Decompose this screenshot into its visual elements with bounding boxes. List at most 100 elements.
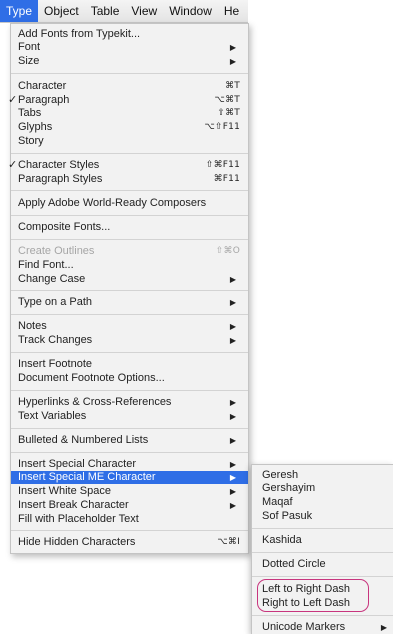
menu-item-label: Insert White Space (18, 485, 111, 497)
menu-separator (252, 615, 393, 616)
submenu-arrow-icon: ▶ (380, 623, 387, 632)
shortcut-label: ⇧⌘T (217, 108, 240, 118)
menu-item-label: Find Font... (18, 259, 74, 271)
menu-item-hyperlinks[interactable]: Hyperlinks & Cross-References ▶ (11, 396, 248, 409)
menu-separator (11, 73, 248, 74)
menu-item-insert-special-me[interactable]: Insert Special ME Character ▶ (11, 471, 248, 484)
menu-item-label: Unicode Markers (262, 621, 346, 633)
menu-item-change-case[interactable]: Change Case ▶ (11, 273, 248, 286)
menubar-window[interactable]: Window (163, 0, 218, 22)
menu-item-tabs[interactable]: Tabs ⇧⌘T (11, 107, 248, 120)
menu-item-insert-break-char[interactable]: Insert Break Character ▶ (11, 499, 248, 512)
menu-item-label: Create Outlines (18, 245, 95, 257)
menu-item-insert-special-char[interactable]: Insert Special Character ▶ (11, 458, 248, 471)
menu-item-font[interactable]: Font ▶ (11, 41, 248, 54)
menu-item-size[interactable]: Size ▶ (11, 55, 248, 68)
menu-item-label: Bulleted & Numbered Lists (18, 434, 149, 446)
submenu-item-maqaf[interactable]: Maqaf (252, 496, 393, 509)
submenu-item-dotted-circle[interactable]: Dotted Circle (252, 558, 393, 571)
menu-item-glyphs[interactable]: Glyphs ⌥⇧F11 (11, 121, 248, 134)
menu-item-label: Story (18, 135, 44, 147)
menu-bar: Type Object Table View Window He (0, 0, 248, 23)
menu-item-label: Text Variables (18, 410, 87, 422)
menu-item-label: Tabs (18, 107, 42, 119)
submenu-arrow-icon: ▶ (229, 412, 236, 421)
menu-separator (252, 552, 393, 553)
menu-item-bulleted-lists[interactable]: Bulleted & Numbered Lists ▶ (11, 434, 248, 447)
menu-item-track-changes[interactable]: Track Changes ▶ (11, 334, 248, 347)
menu-separator (11, 314, 248, 315)
menu-item-label: Dotted Circle (262, 558, 326, 570)
menu-item-paragraph[interactable]: ✓ Paragraph ⌥⌘T (8, 94, 248, 107)
menu-item-label: Insert Footnote (18, 358, 92, 370)
annotation-oval (257, 579, 369, 612)
menu-item-story[interactable]: Story (11, 135, 248, 148)
menu-separator (11, 352, 248, 353)
menu-item-label: Size (18, 55, 40, 67)
menu-item-label: Type on a Path (18, 296, 92, 308)
menu-item-label: Insert Special ME Character (18, 471, 156, 483)
submenu-item-sof-pasuk[interactable]: Sof Pasuk (252, 510, 393, 523)
submenu-item-geresh[interactable]: Geresh (252, 469, 393, 482)
submenu-arrow-icon: ▶ (229, 473, 236, 482)
checkmark-icon: ✓ (8, 159, 18, 171)
submenu-arrow-icon: ▶ (229, 336, 236, 345)
menu-item-notes[interactable]: Notes ▶ (11, 320, 248, 333)
menu-item-add-fonts[interactable]: Add Fonts from Typekit... (11, 28, 248, 41)
menu-item-doc-footnote-options[interactable]: Document Footnote Options... (11, 372, 248, 385)
menu-item-label: Geresh (262, 469, 299, 481)
submenu-arrow-icon: ▶ (229, 487, 236, 496)
submenu-arrow-icon: ▶ (229, 460, 236, 469)
submenu-arrow-icon: ▶ (229, 43, 236, 52)
shortcut-label: ⌘T (225, 81, 240, 91)
menubar-type[interactable]: Type (0, 0, 39, 22)
menu-item-type-on-path[interactable]: Type on a Path ▶ (11, 296, 248, 309)
menu-item-character[interactable]: Character ⌘T (11, 80, 248, 93)
menu-item-label: Gershayim (262, 482, 316, 494)
menu-item-find-font[interactable]: Find Font... (11, 259, 248, 272)
menu-item-label: Kashida (262, 534, 302, 546)
menu-separator (11, 428, 248, 429)
menu-separator (11, 290, 248, 291)
submenu-item-gershayim[interactable]: Gershayim (252, 482, 393, 495)
menu-item-create-outlines: Create Outlines ⇧⌘O (11, 245, 248, 258)
menu-item-world-ready[interactable]: Apply Adobe World-Ready Composers (11, 197, 248, 210)
menu-item-label: Font (18, 41, 41, 53)
menu-item-label: Track Changes (18, 334, 93, 346)
menu-item-label: Paragraph (18, 94, 70, 106)
menu-separator (11, 215, 248, 216)
submenu-arrow-icon: ▶ (229, 298, 236, 307)
shortcut-label: ⌥⇧F11 (204, 122, 240, 132)
menu-item-character-styles[interactable]: ✓ Character Styles ⇧⌘F11 (8, 159, 248, 172)
menu-separator (252, 528, 393, 529)
shortcut-label: ⌥⌘T (214, 95, 240, 105)
submenu-arrow-icon: ▶ (229, 275, 236, 284)
menu-separator (11, 390, 248, 391)
menu-separator (11, 530, 248, 531)
menu-item-composite-fonts[interactable]: Composite Fonts... (11, 221, 248, 234)
type-menu: Add Fonts from Typekit... Font ▶ Size ▶ Ch… (8, 23, 249, 554)
submenu-item-unicode-markers[interactable]: Unicode Markers ▶ (252, 621, 393, 634)
submenu-arrow-icon: ▶ (229, 57, 236, 66)
shortcut-label: ⇧⌘O (215, 246, 240, 256)
menu-item-hide-hidden[interactable]: Hide Hidden Characters ⌥⌘I (11, 536, 248, 549)
submenu-item-kashida[interactable]: Kashida (252, 534, 393, 547)
menu-item-paragraph-styles[interactable]: Paragraph Styles ⌘F11 (11, 173, 248, 186)
menu-item-label: Character (18, 80, 67, 92)
menu-item-label: Document Footnote Options... (18, 372, 165, 384)
shortcut-label: ⌘F11 (213, 174, 240, 184)
checkmark-icon: ✓ (8, 94, 18, 106)
menu-item-label: Paragraph Styles (18, 173, 103, 185)
menu-item-text-variables[interactable]: Text Variables ▶ (11, 410, 248, 423)
menubar-table[interactable]: Table (85, 0, 126, 22)
menubar-view[interactable]: View (125, 0, 163, 22)
menu-separator (11, 190, 248, 191)
menu-item-insert-white-space[interactable]: Insert White Space ▶ (11, 485, 248, 498)
menubar-object[interactable]: Object (38, 0, 85, 22)
menu-item-label: Fill with Placeholder Text (18, 513, 139, 525)
menu-item-fill-placeholder[interactable]: Fill with Placeholder Text (11, 513, 248, 526)
menu-item-label: Change Case (18, 273, 86, 285)
shortcut-label: ⌥⌘I (217, 537, 240, 547)
menubar-help[interactable]: He (218, 0, 245, 22)
menu-item-insert-footnote[interactable]: Insert Footnote (11, 358, 248, 371)
